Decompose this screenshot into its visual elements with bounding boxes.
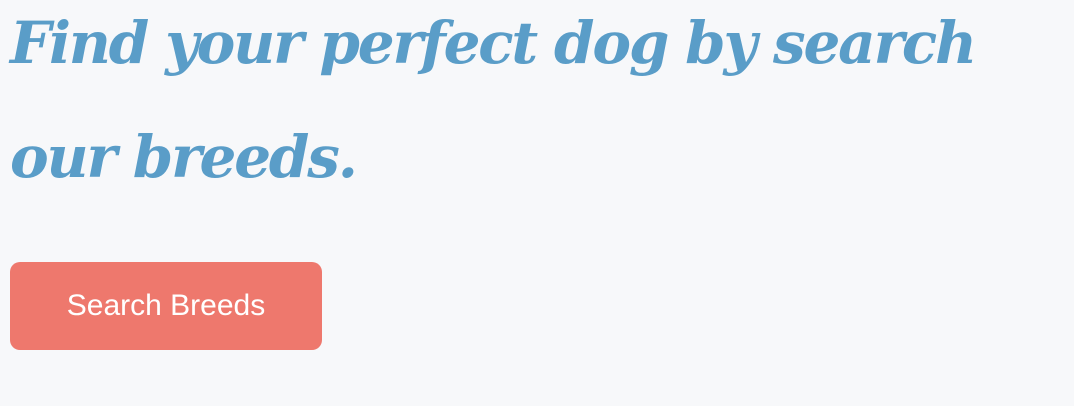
hero-heading: Find your perfect dog by search our bree… — [10, 9, 977, 191]
hero-section: Find your perfect dog by search our bree… — [10, 0, 1070, 228]
search-breeds-button[interactable]: Search Breeds — [10, 262, 322, 350]
